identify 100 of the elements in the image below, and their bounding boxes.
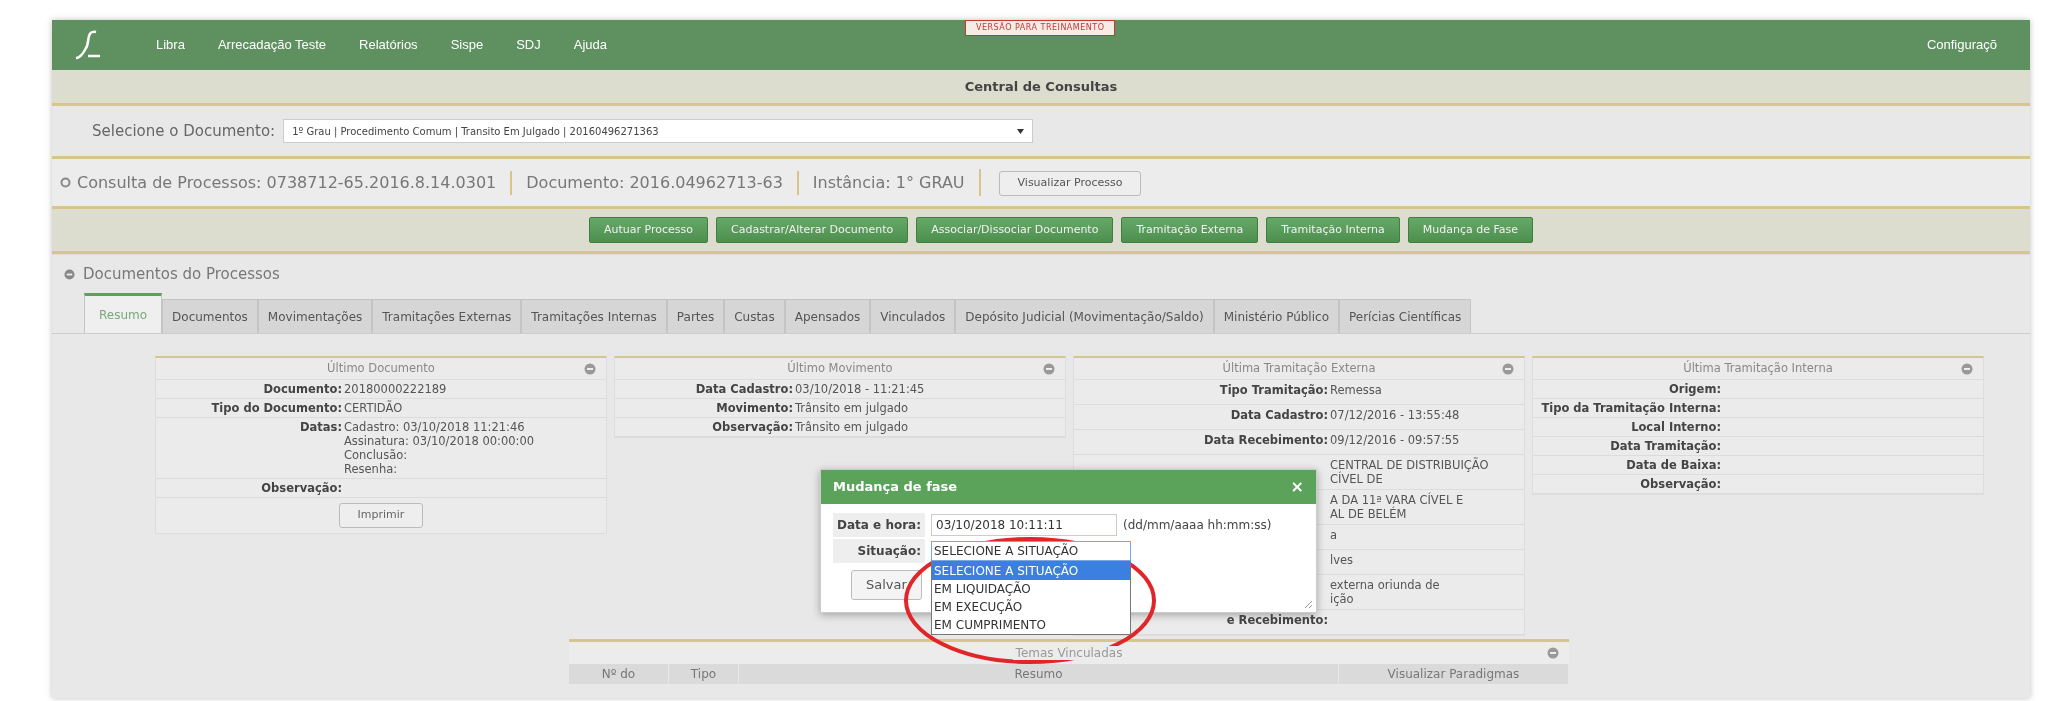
collapse-icon[interactable] [1961, 363, 1973, 375]
dropdown-option[interactable]: EM EXECUÇÃO [932, 598, 1130, 616]
tab[interactable]: Depósito Judicial (Movimentação/Saldo) [955, 299, 1214, 333]
column-header: Tipo [669, 664, 739, 684]
field-value: CENTRAL DE DISTRIBUIÇÃO CÍVEL DE [1330, 458, 1490, 486]
card-title: Último Documento [327, 361, 435, 375]
field-label: Data Cadastro: [694, 382, 794, 396]
field-label: Observação: [711, 420, 794, 434]
resize-grip-icon[interactable] [1304, 600, 1313, 609]
collapse-icon[interactable] [1547, 647, 1559, 659]
process-info: Consulta de Processos: 0738712-65.2016.8.14.0301 [76, 171, 498, 194]
format-hint: (dd/mm/aaaa hh:mm:ss) [1123, 517, 1272, 534]
nav-link[interactable]: Libra [156, 35, 185, 55]
field-value: a [1330, 528, 1339, 544]
collapse-icon[interactable] [1502, 363, 1514, 375]
column-header: Nº do [569, 664, 669, 684]
tab[interactable]: Ministério Público [1213, 299, 1339, 333]
select-label: Selecione o Documento: [92, 120, 276, 142]
field-value: A DA 11ª VARA CÍVEL E [1330, 493, 1465, 507]
field-value: Assinatura: 03/10/2018 00:00:00 [344, 434, 536, 448]
collapse-icon[interactable] [584, 363, 596, 375]
field-value: AL DE BELÉM [1330, 507, 1408, 521]
situation-select[interactable]: SELECIONE A SITUAÇÃO [931, 541, 1131, 561]
field-label: Situação: [833, 539, 925, 563]
field-value: externa oriunda de [1330, 578, 1441, 592]
field-value: ição [1330, 592, 1355, 606]
action-button[interactable]: Associar/Dissociar Documento [916, 216, 1114, 244]
tab[interactable]: Vinculados [870, 299, 956, 333]
card-title: Última Tramitação Interna [1683, 361, 1833, 375]
field-label: Origem: [1668, 382, 1722, 396]
field-value: Trânsito em julgado [795, 401, 910, 415]
document-select[interactable]: 1º Grau | Procedimento Comum | Transito Em Julgado | 20160496271363 [283, 119, 1034, 143]
field-value: Trânsito em julgado [795, 420, 910, 434]
collapse-icon[interactable] [1043, 363, 1055, 375]
field-label: Observação: [1639, 477, 1722, 491]
action-button[interactable]: Cadastrar/Alterar Documento [716, 216, 909, 244]
column-header: Resumo [739, 664, 1339, 684]
print-button[interactable]: Imprimir [338, 503, 424, 528]
action-button[interactable]: Tramitação Interna [1266, 216, 1400, 244]
action-button[interactable]: Tramitação Externa [1121, 216, 1259, 244]
field-value: 07/12/2016 - 13:55:48 [1330, 408, 1461, 424]
tab[interactable]: Movimentações [257, 299, 373, 333]
field-value: Remessa [1330, 383, 1383, 399]
caret-icon [1017, 128, 1025, 134]
nav-link[interactable]: Relatórios [359, 35, 418, 55]
action-button[interactable]: Autuar Processo [589, 216, 708, 244]
field-value: Conclusão: [344, 448, 409, 462]
tab[interactable]: Apensados [784, 299, 871, 333]
field-label: Tipo do Documento: [210, 401, 343, 415]
field-value: 09/12/2016 - 09:57:55 [1330, 433, 1461, 449]
tab[interactable]: Tramitações Externas [372, 299, 522, 333]
action-button[interactable]: Mudança de Fase [1407, 216, 1533, 244]
close-button[interactable]: × [1290, 475, 1304, 499]
process-info: Instância: 1° GRAU [796, 170, 979, 195]
tab[interactable]: Custas [724, 299, 785, 333]
section-title: Documentos do Processos [83, 264, 280, 286]
field-label: Datas: [299, 420, 343, 436]
field-label: Tipo da Tramitação Interna: [1540, 401, 1722, 415]
circle-icon [60, 177, 71, 188]
field-label: e Recebimento: [1226, 613, 1329, 629]
field-label: Local Interno: [1630, 420, 1722, 434]
field-value: Resenha: [344, 462, 399, 476]
field-label: Documento: [262, 382, 343, 396]
field-value: CERTIDÃO [344, 401, 404, 415]
field-value: 20180000222189 [344, 382, 448, 396]
view-process-button[interactable]: Visualizar Processo [998, 171, 1142, 196]
page-title: Central de Consultas [52, 70, 2030, 106]
tab[interactable]: Tramitações Internas [521, 299, 667, 333]
save-button[interactable]: Salvar [851, 570, 922, 600]
field-label: Data Recebimento: [1204, 433, 1329, 449]
date-input[interactable]: 03/10/2018 10:11:11 [931, 514, 1117, 536]
field-label: Data Tramitação: [1609, 439, 1722, 453]
field-value: lves [1330, 553, 1355, 569]
nav-link[interactable]: Sispe [450, 35, 484, 55]
nav-link[interactable]: Ajuda [573, 35, 607, 55]
column-header: Visualizar Paradigmas [1339, 664, 1569, 684]
card-title: Última Tramitação Externa [1222, 361, 1376, 375]
tab[interactable]: Partes [666, 299, 725, 333]
card-title: Último Movimento [787, 361, 893, 375]
select-value: 1º Grau | Procedimento Comum | Transito Em Julgado | 20160496271363 [292, 124, 659, 139]
field-label: Data Cadastro: [1230, 408, 1329, 424]
collapse-icon[interactable] [64, 269, 75, 280]
dropdown-option[interactable]: EM CUMPRIMENTO [932, 616, 1130, 634]
field-label: Observação: [260, 481, 343, 495]
training-notice: VERSÃO PARA TREINAMENTO [965, 20, 1116, 36]
field-label: Tipo Tramitação: [1219, 383, 1329, 399]
field-label: Data e hora: [833, 513, 925, 537]
dropdown-option[interactable]: SELECIONE A SITUAÇÃO [932, 562, 1130, 580]
tab[interactable]: Perícias Científicas [1339, 299, 1472, 333]
dialog-title: Mudança de fase [833, 478, 958, 497]
field-label: Movimento: [715, 401, 794, 415]
nav-link[interactable]: Configuraçõ [1926, 35, 1997, 55]
process-info: Documento: 2016.04962713-63 [510, 170, 797, 195]
dropdown-option[interactable]: EM LIQUIDAÇÃO [932, 580, 1130, 598]
field-value: Cadastro: 03/10/2018 11:21:46 [344, 420, 526, 434]
tab[interactable]: Documentos [162, 299, 258, 333]
nav-link[interactable]: Arrecadação Teste [217, 35, 327, 55]
nav-link[interactable]: SDJ [516, 35, 541, 55]
field-label: Data de Baixa: [1625, 458, 1722, 472]
field-value: 03/10/2018 - 11:21:45 [795, 382, 926, 396]
